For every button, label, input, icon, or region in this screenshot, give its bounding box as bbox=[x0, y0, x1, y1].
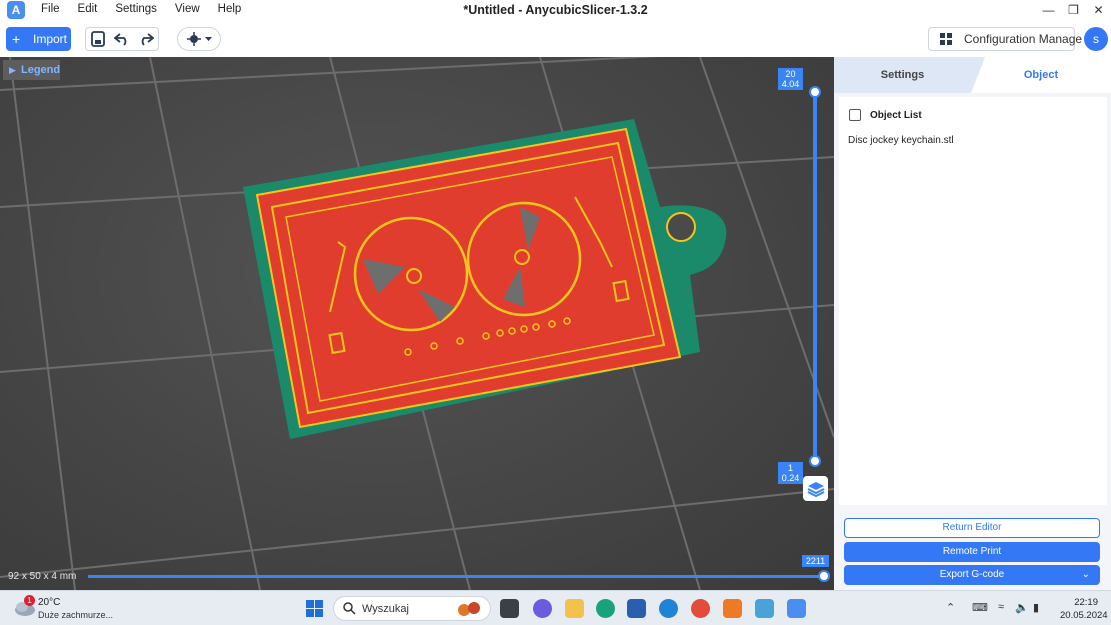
layers-button[interactable] bbox=[803, 476, 828, 501]
app-icon[interactable] bbox=[659, 599, 678, 618]
anycubic-slicer-icon[interactable] bbox=[787, 599, 806, 618]
chevron-up-icon[interactable]: ⌃ bbox=[946, 601, 955, 614]
chevron-down-icon[interactable]: ⌄ bbox=[1082, 565, 1090, 585]
edit-button-group bbox=[85, 27, 159, 51]
return-editor-button[interactable]: Return Editor bbox=[844, 518, 1100, 538]
list-item[interactable]: Disc jockey keychain.stl bbox=[848, 135, 954, 146]
chat-icon[interactable] bbox=[533, 599, 552, 618]
keyboard-icon[interactable]: ⌨ bbox=[972, 601, 988, 614]
search-icon bbox=[343, 602, 356, 615]
file-explorer-icon[interactable] bbox=[565, 599, 584, 618]
weather-description[interactable]: Duże zachmurze... bbox=[38, 610, 113, 620]
3d-viewport[interactable]: ▶ Legend 20 4.04 1 0.24 92 x 50 x 4 mm 2… bbox=[0, 57, 834, 590]
top-layer-label: 20 4.04 bbox=[778, 68, 803, 90]
panel-tabs: Settings Object bbox=[834, 57, 1111, 93]
taskview-icon[interactable] bbox=[500, 599, 519, 618]
toolbar: + Import Configuration Manage s bbox=[0, 20, 1111, 57]
export-gcode-button[interactable]: Export G-code ⌄ bbox=[844, 565, 1100, 585]
move-slider[interactable] bbox=[88, 575, 824, 578]
app-f-icon[interactable] bbox=[723, 599, 742, 618]
menu-edit[interactable]: Edit bbox=[78, 3, 98, 15]
bottom-layer-label: 1 0.24 bbox=[778, 462, 803, 484]
bottom-layer-height: 0.24 bbox=[781, 473, 800, 483]
search-placeholder: Wyszukaj bbox=[362, 603, 409, 615]
remote-print-button[interactable]: Remote Print bbox=[844, 542, 1100, 562]
legend-toggle-button[interactable]: ▶ Legend bbox=[3, 60, 60, 80]
undo-button[interactable] bbox=[110, 28, 134, 50]
user-avatar[interactable]: s bbox=[1084, 27, 1108, 51]
clock[interactable]: 22:19 20.05.2024 bbox=[1060, 596, 1108, 622]
camera-view-dropdown[interactable] bbox=[177, 27, 221, 51]
weather-temperature[interactable]: 20°C bbox=[38, 597, 60, 608]
plus-icon: + bbox=[12, 31, 21, 47]
layer-range-slider[interactable] bbox=[813, 93, 817, 461]
menu-view[interactable]: View bbox=[175, 3, 200, 15]
build-plate-grid bbox=[0, 57, 834, 590]
import-label: Import bbox=[33, 32, 68, 46]
menu-bar: File Edit Settings View Help bbox=[41, 3, 259, 15]
save-button[interactable] bbox=[86, 28, 110, 50]
store-icon[interactable] bbox=[627, 599, 646, 618]
layers-icon bbox=[807, 481, 824, 497]
tab-settings[interactable]: Settings bbox=[834, 57, 971, 93]
save-icon bbox=[91, 31, 105, 47]
chrome-icon[interactable] bbox=[691, 599, 710, 618]
wifi-icon[interactable]: ≈ bbox=[998, 601, 1004, 613]
model-dimensions: 92 x 50 x 4 mm bbox=[8, 571, 77, 582]
move-index-label: 2211 bbox=[802, 555, 829, 567]
grid-icon bbox=[940, 33, 952, 45]
object-list-panel: Object List Disc jockey keychain.stl bbox=[839, 97, 1107, 505]
title-bar: A File Edit Settings View Help *Untitled… bbox=[0, 0, 1111, 20]
redo-button[interactable] bbox=[134, 28, 158, 50]
import-button[interactable]: + Import bbox=[6, 27, 71, 51]
close-button[interactable]: ✕ bbox=[1086, 0, 1111, 20]
volume-icon[interactable]: 🔈 bbox=[1015, 601, 1029, 614]
top-layer-number: 20 bbox=[785, 69, 796, 79]
export-gcode-label: Export G-code bbox=[939, 569, 1005, 580]
redo-icon bbox=[141, 33, 154, 46]
menu-file[interactable]: File bbox=[41, 3, 60, 15]
clock-date: 20.05.2024 bbox=[1060, 610, 1108, 621]
configuration-manage-button[interactable]: Configuration Manage bbox=[928, 27, 1082, 51]
battery-icon[interactable]: ▮ bbox=[1033, 601, 1039, 614]
configuration-label: Configuration Manage bbox=[964, 32, 1083, 46]
tab-object[interactable]: Object bbox=[971, 57, 1111, 93]
menu-settings[interactable]: Settings bbox=[115, 3, 157, 15]
windows-start-icon[interactable] bbox=[306, 600, 323, 617]
window-controls: — ❐ ✕ bbox=[1036, 0, 1111, 20]
app-logo-icon: A bbox=[7, 1, 25, 19]
bottom-layer-number: 1 bbox=[787, 463, 793, 473]
triangle-right-icon: ▶ bbox=[9, 65, 16, 75]
menu-help[interactable]: Help bbox=[218, 3, 242, 15]
restore-button[interactable]: ❐ bbox=[1061, 0, 1086, 20]
bottom-layer-handle[interactable] bbox=[809, 455, 821, 467]
minimize-button[interactable]: — bbox=[1036, 0, 1061, 20]
undo-icon bbox=[114, 33, 127, 46]
taskbar-search[interactable]: Wyszukaj bbox=[333, 596, 491, 621]
app-fish-icon[interactable] bbox=[755, 599, 774, 618]
side-panel: Settings Object Object List Disc jockey … bbox=[834, 57, 1111, 590]
clock-time: 22:19 bbox=[1074, 597, 1098, 608]
top-layer-height: 4.04 bbox=[781, 79, 800, 89]
legend-label: Legend bbox=[21, 64, 61, 76]
weather-alert-badge: 1 bbox=[24, 595, 35, 606]
object-list-title: Object List bbox=[870, 110, 922, 121]
top-layer-handle[interactable] bbox=[809, 86, 821, 98]
list-icon bbox=[849, 109, 861, 121]
move-slider-handle[interactable] bbox=[818, 570, 830, 582]
autumn-leaves-icon bbox=[458, 602, 480, 616]
view-cube-icon bbox=[186, 32, 201, 46]
chevron-down-icon bbox=[204, 36, 212, 41]
edge-icon[interactable] bbox=[596, 599, 615, 618]
windows-taskbar: 1 20°C Duże zachmurze... Wyszukaj ⌃ ⌨ ≈ … bbox=[0, 590, 1111, 625]
